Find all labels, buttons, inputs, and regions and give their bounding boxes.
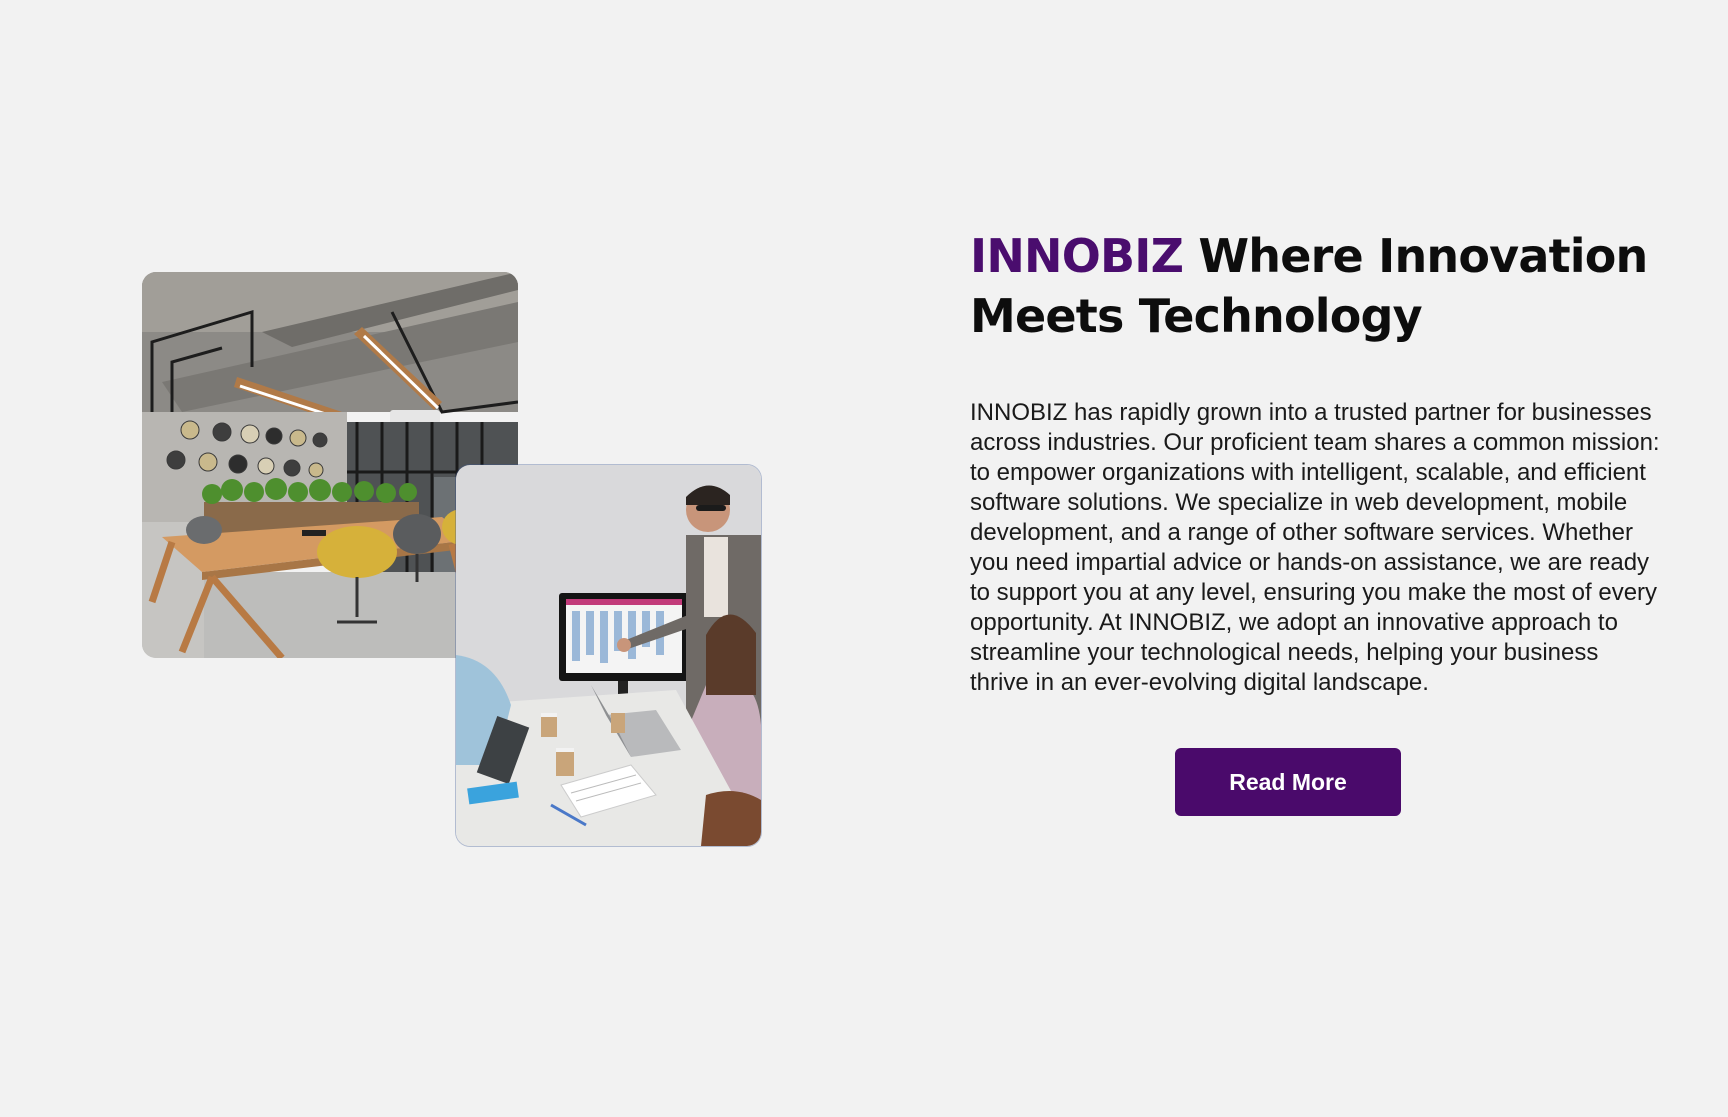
image-collage [0, 0, 860, 1117]
brand-name: INNOBIZ [970, 229, 1184, 283]
team-meeting-photo [456, 465, 761, 846]
section-headline: INNOBIZ Where Innovation Meets Technolog… [970, 226, 1660, 346]
read-more-button[interactable]: Read More [1175, 748, 1401, 816]
cta-row: Read More [970, 748, 1606, 816]
about-description: INNOBIZ has rapidly grown into a trusted… [970, 399, 1660, 696]
about-section: INNOBIZ Where Innovation Meets Technolog… [970, 226, 1660, 816]
